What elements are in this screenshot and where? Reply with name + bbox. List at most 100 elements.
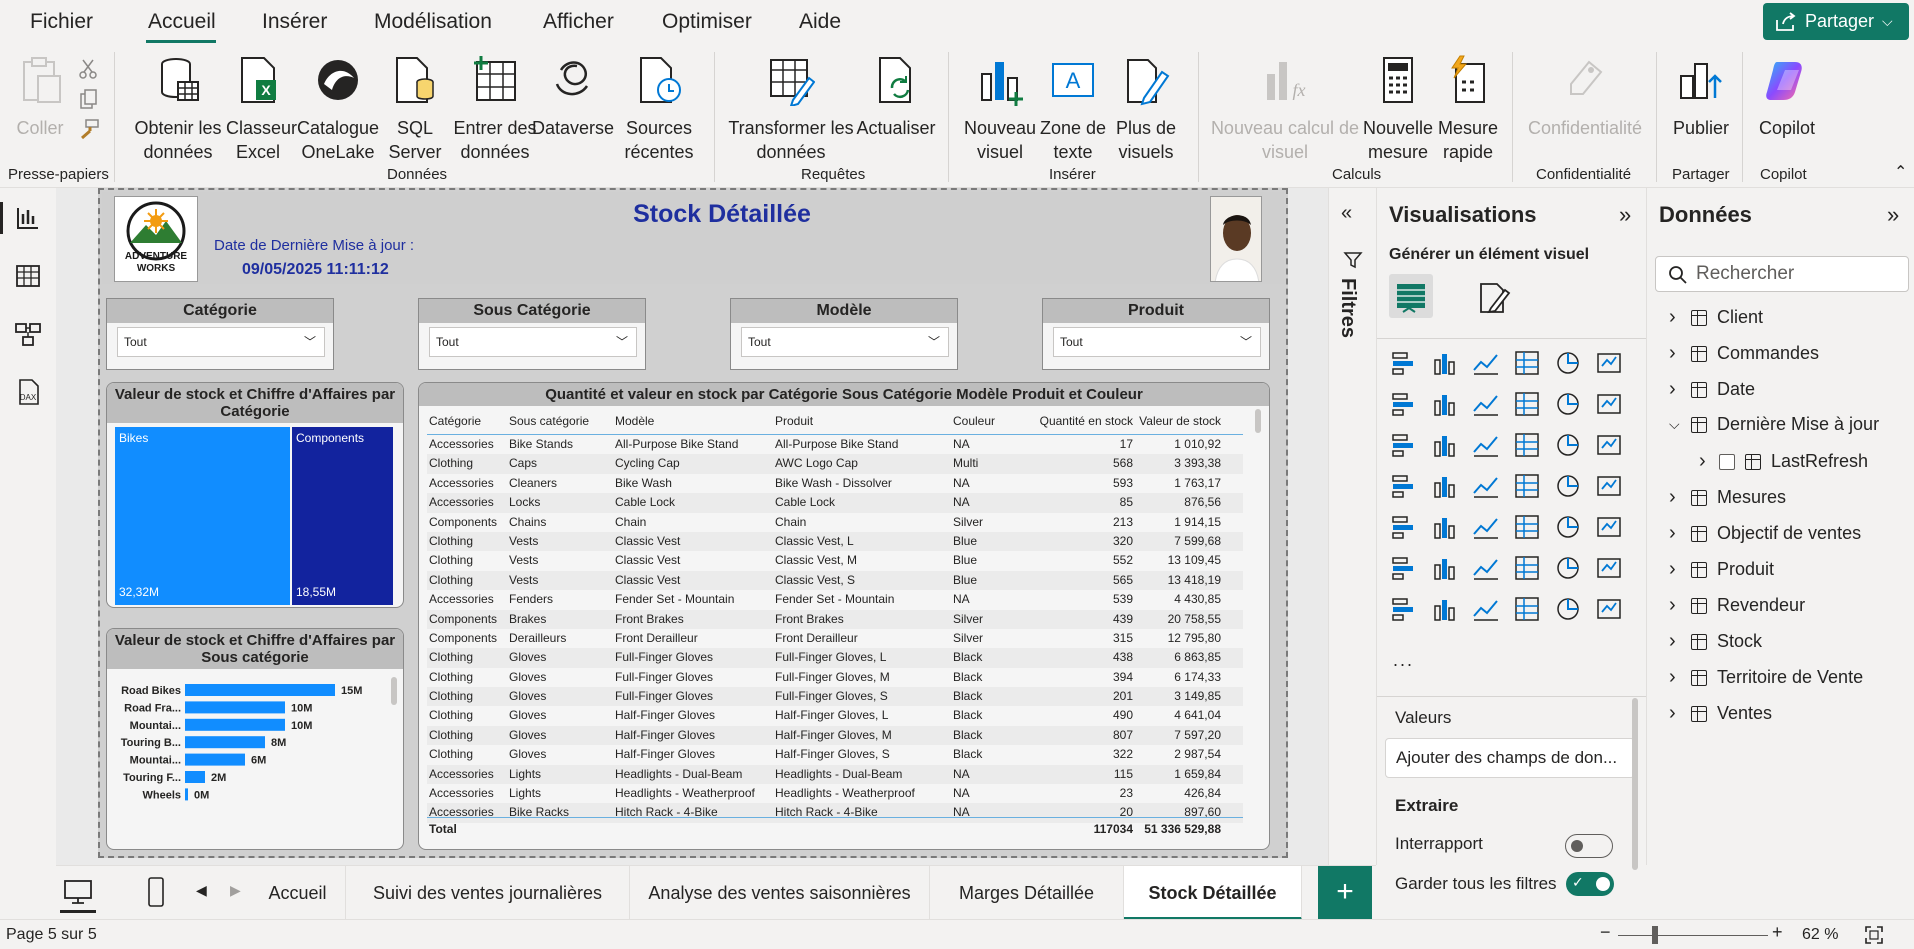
menu-inserer[interactable]: Insérer	[262, 10, 327, 34]
format-visual-icon[interactable]	[1475, 280, 1511, 316]
bar[interactable]	[185, 701, 285, 714]
previous-page-icon[interactable]: ◀	[196, 882, 207, 899]
more-visuals-button[interactable]: Plus de visuels	[1108, 54, 1184, 164]
mobile-layout-icon[interactable]	[146, 876, 166, 908]
table-node[interactable]: › Territoire de Vente	[1669, 666, 1863, 689]
table-row[interactable]: Clothing Gloves Half-Finger Gloves Half-Fin…	[427, 725, 1243, 746]
sql-server-button[interactable]: SQL Server	[386, 54, 444, 164]
key-influencers-icon[interactable]	[1430, 553, 1460, 583]
100-bar-icon[interactable]	[1553, 348, 1583, 378]
textbox-button[interactable]: A Zone de texte	[1036, 54, 1110, 164]
next-page-icon[interactable]: ▶	[230, 882, 241, 899]
clustered-bar-icon[interactable]	[1471, 348, 1501, 378]
tab-accueil[interactable]: Accueil	[250, 866, 346, 920]
table-row[interactable]: Accessories Lights Headlights - Dual-Beam H…	[427, 764, 1243, 785]
sensitivity-button[interactable]: Confidentialité	[1522, 54, 1648, 140]
table-row[interactable]: Components Chains Chain Chain Silver 213 1 914…	[427, 513, 1243, 532]
bar[interactable]	[185, 788, 188, 801]
collapse-pane-icon[interactable]: »	[1887, 202, 1899, 228]
area-icon[interactable]	[1430, 389, 1460, 419]
gauge-icon[interactable]	[1553, 471, 1583, 501]
column-header[interactable]: Sous catégorie	[507, 407, 613, 434]
collapse-ribbon-icon[interactable]: ⌃	[1894, 162, 1907, 182]
table-node[interactable]: ⌵ Dernière Mise à jour	[1669, 414, 1879, 435]
table-row[interactable]: Accessories Lights Headlights - Weatherpro…	[427, 784, 1243, 803]
menu-aide[interactable]: Aide	[799, 10, 841, 34]
stacked-column-icon[interactable]	[1430, 348, 1460, 378]
paginated-icon[interactable]	[1389, 594, 1419, 624]
chevron-right-icon[interactable]: ›	[1669, 486, 1681, 509]
build-visual-tab[interactable]	[1389, 274, 1433, 318]
chevron-right-icon[interactable]: ›	[1669, 594, 1681, 617]
bar[interactable]	[185, 684, 335, 696]
map-icon[interactable]	[1389, 471, 1419, 501]
power-apps-icon[interactable]	[1430, 594, 1460, 624]
enter-data-button[interactable]: Entrer des données	[446, 54, 544, 164]
transform-data-button[interactable]: Transformer les données	[726, 54, 856, 164]
get-data-button[interactable]: Obtenir les données	[130, 54, 226, 164]
table-node[interactable]: › Revendeur	[1669, 594, 1805, 617]
table-row[interactable]: Clothing Gloves Full-Finger Gloves Full-Fin…	[427, 668, 1243, 687]
treemap-tile[interactable]: Bikes 32,32M	[115, 427, 290, 605]
new-visual-button[interactable]: Nouveau visuel	[962, 54, 1038, 164]
field-checkbox[interactable]	[1719, 453, 1735, 470]
stacked-bar-icon[interactable]	[1389, 348, 1419, 378]
multi-card-icon[interactable]	[1389, 512, 1419, 542]
r-visual-icon[interactable]	[1594, 512, 1624, 542]
table-row[interactable]: Accessories Cleaners Bike Wash Bike Wash - …	[427, 474, 1243, 493]
field-node[interactable]: › LastRefresh	[1699, 450, 1868, 473]
chevron-right-icon[interactable]: ›	[1669, 666, 1681, 689]
column-header[interactable]: Quantité en stock	[1015, 407, 1137, 434]
card-icon[interactable]	[1594, 471, 1624, 501]
quick-measure-button[interactable]: Mesure rapide	[1432, 54, 1504, 164]
more-visuals-ellipsis[interactable]: ...	[1393, 650, 1414, 671]
table-row[interactable]: Components Brakes Front Brakes Front Brakes…	[427, 609, 1243, 629]
bar[interactable]	[185, 718, 285, 731]
line-column-icon[interactable]	[1512, 389, 1542, 419]
column-header[interactable]: Valeur de stock	[1137, 407, 1225, 434]
table-icon[interactable]	[1512, 512, 1542, 542]
zoom-in-icon[interactable]: +	[1772, 922, 1783, 943]
deneb-icon[interactable]	[1553, 594, 1583, 624]
table-node[interactable]: › Objectif de ventes	[1669, 522, 1861, 545]
column-header[interactable]: Modèle	[613, 407, 773, 434]
menu-accueil[interactable]: Accueil	[148, 10, 216, 34]
pie-icon[interactable]	[1512, 430, 1542, 460]
table-row[interactable]: Accessories Locks Cable Lock Cable Lock NA 85…	[427, 493, 1243, 513]
table-row[interactable]: Clothing Gloves Full-Finger Gloves Full-Fin…	[427, 687, 1243, 707]
model-view-icon[interactable]	[14, 320, 42, 348]
copy-icon[interactable]	[78, 88, 98, 110]
column-header[interactable]: Couleur	[951, 407, 1015, 434]
fit-to-page-icon[interactable]	[1864, 925, 1884, 945]
new-measure-button[interactable]: Nouvelle mesure	[1358, 54, 1438, 164]
publish-button[interactable]: Publier	[1666, 54, 1736, 140]
table-node[interactable]: › Mesures	[1669, 486, 1786, 509]
table-row[interactable]: Clothing Gloves Half-Finger Gloves Half-Fin…	[427, 706, 1243, 725]
waterfall-icon[interactable]	[1389, 430, 1419, 460]
chevron-right-icon[interactable]: ›	[1699, 450, 1709, 473]
table-row[interactable]: Clothing Vests Classic Vest Classic Vest, S…	[427, 570, 1243, 591]
table-node[interactable]: › Produit	[1669, 558, 1774, 581]
collapse-pane-icon[interactable]: »	[1619, 202, 1631, 228]
shape-map-icon[interactable]	[1471, 471, 1501, 501]
treemap-chart[interactable]: Bikes 32,32M Components 18,55M	[115, 427, 393, 605]
report-view-icon[interactable]	[14, 204, 42, 232]
line-icon[interactable]	[1389, 389, 1419, 419]
pane-scrollbar[interactable]	[1632, 698, 1638, 870]
qna-icon[interactable]	[1512, 553, 1542, 583]
slicer-dropdown[interactable]: Tout ﹀	[741, 327, 949, 357]
decomposition-tree-icon[interactable]	[1471, 553, 1501, 583]
add-fields-well[interactable]: Ajouter des champs de don...	[1385, 738, 1635, 778]
clustered-column-icon[interactable]	[1512, 348, 1542, 378]
table-row[interactable]: Clothing Caps Cycling Cap AWC Logo Cap Multi…	[427, 454, 1243, 474]
trophy-icon[interactable]	[1594, 553, 1624, 583]
copilot-button[interactable]: Copilot	[1752, 54, 1822, 140]
add-page-button[interactable]: +	[1318, 866, 1372, 920]
azure-map-icon[interactable]	[1512, 471, 1542, 501]
zoom-slider[interactable]	[1618, 935, 1768, 936]
table-row[interactable]: Accessories Fenders Fender Set - Mountain F…	[427, 590, 1243, 609]
paste-button[interactable]: Coller	[12, 54, 68, 140]
tab-marges[interactable]: Marges Détaillée	[930, 866, 1124, 920]
menu-optimiser[interactable]: Optimiser	[662, 10, 752, 34]
dataverse-button[interactable]: Dataverse	[532, 54, 614, 140]
